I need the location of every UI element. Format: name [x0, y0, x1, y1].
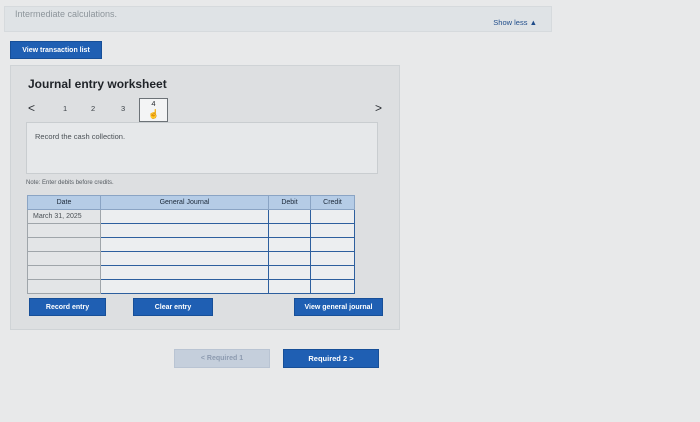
date-cell [27, 223, 101, 238]
show-less-link[interactable]: Show less ▲ [493, 18, 537, 27]
account-input[interactable] [100, 223, 269, 238]
clear-entry-button[interactable]: Clear entry [133, 298, 213, 316]
table-row [27, 279, 355, 294]
required-1-button[interactable]: < Required 1 [174, 349, 270, 368]
date-cell [27, 237, 101, 252]
debit-input[interactable] [268, 223, 311, 238]
credit-input[interactable] [310, 251, 355, 266]
account-input[interactable] [100, 237, 269, 252]
required-2-button[interactable]: Required 2 > [283, 349, 379, 368]
table-row [27, 223, 355, 238]
page-1-tab[interactable]: 1 [63, 104, 67, 113]
table-row [27, 237, 355, 252]
page-4-label: 4 [151, 99, 156, 108]
account-input[interactable] [100, 279, 269, 294]
debit-input[interactable] [268, 237, 311, 252]
journal-entry-table: Date General Journal Debit Credit March … [27, 195, 355, 294]
debit-input[interactable] [268, 251, 311, 266]
table-row [27, 265, 355, 280]
record-entry-button[interactable]: Record entry [29, 298, 106, 316]
note-text: Note: Enter debits before credits. [26, 180, 114, 186]
instruction-box: Record the cash collection. [26, 122, 378, 174]
credit-input[interactable] [310, 223, 355, 238]
credit-input[interactable] [310, 209, 355, 224]
date-cell [27, 251, 101, 266]
credit-input[interactable] [310, 265, 355, 280]
instruction-text: Record the cash collection. [35, 132, 126, 141]
debit-input[interactable] [268, 209, 311, 224]
page-3-tab[interactable]: 3 [121, 104, 125, 113]
account-input[interactable] [100, 251, 269, 266]
date-cell [27, 279, 101, 294]
account-input[interactable] [100, 209, 269, 224]
view-transaction-list-button[interactable]: View transaction list [10, 41, 102, 59]
debit-header: Debit [268, 195, 311, 210]
account-input[interactable] [100, 265, 269, 280]
credit-input[interactable] [310, 279, 355, 294]
next-page-arrow-icon[interactable]: > [375, 101, 382, 115]
debit-input[interactable] [268, 265, 311, 280]
page-4-tab-active[interactable]: 4 ☝ [139, 98, 168, 122]
credit-header: Credit [310, 195, 355, 210]
date-header: Date [27, 195, 101, 210]
table-row [27, 251, 355, 266]
view-general-journal-button[interactable]: View general journal [294, 298, 383, 316]
page-2-tab[interactable]: 2 [91, 104, 95, 113]
previous-page-arrow-icon[interactable]: < [28, 101, 35, 115]
date-cell: March 31, 2025 [27, 209, 101, 224]
journal-entry-worksheet-panel: Journal entry worksheet < 1 2 3 4 ☝ > Re… [10, 65, 400, 330]
intermediate-calculations-title: Intermediate calculations. [15, 9, 118, 19]
credit-input[interactable] [310, 237, 355, 252]
table-row: March 31, 2025 [27, 209, 355, 224]
general-journal-header: General Journal [100, 195, 269, 210]
debit-input[interactable] [268, 279, 311, 294]
pointer-hand-icon: ☝ [148, 109, 160, 119]
date-cell [27, 265, 101, 280]
worksheet-title: Journal entry worksheet [28, 77, 167, 91]
intermediate-calculations-bar: Intermediate calculations. Show less ▲ [4, 6, 552, 32]
